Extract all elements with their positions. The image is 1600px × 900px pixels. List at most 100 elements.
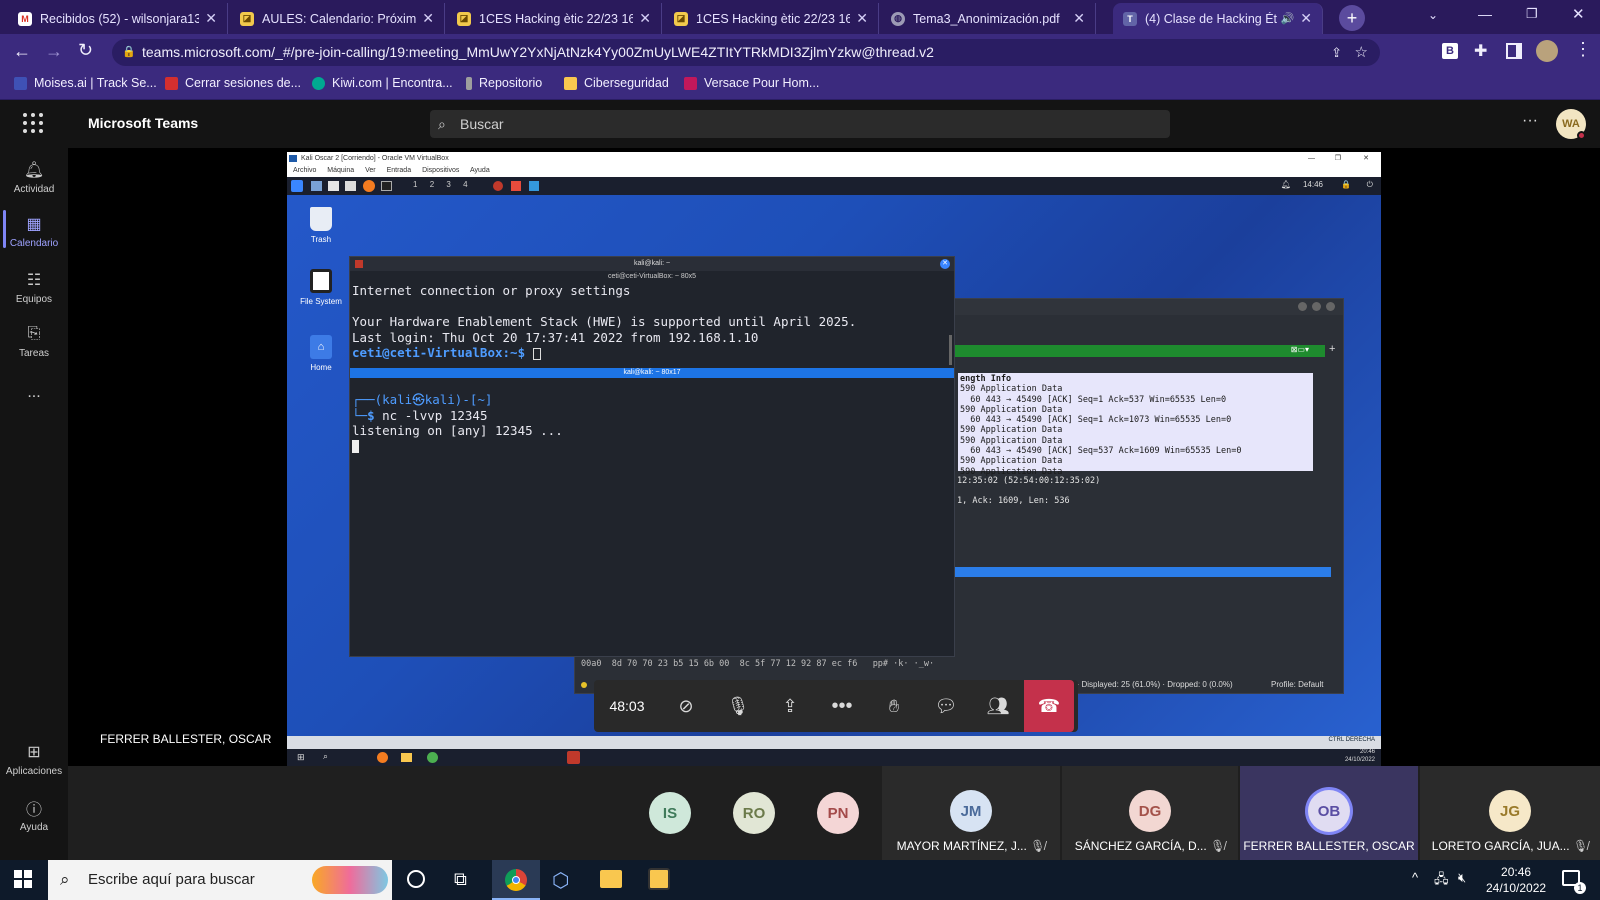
lock-screen-icon[interactable]: 🔒 xyxy=(1341,180,1351,189)
rail-item-actividad[interactable]: 🔔︎ Actividad xyxy=(0,160,68,195)
participant-tile-small[interactable]: IS xyxy=(640,766,700,860)
speaker-icon[interactable]: 🔊 xyxy=(1281,12,1295,25)
vm-menu-maquina[interactable]: Máquina xyxy=(327,167,354,174)
profile-avatar[interactable] xyxy=(1536,40,1558,62)
firefox-icon[interactable] xyxy=(377,752,388,763)
rail-item-equipos[interactable]: ☷ Equipos xyxy=(0,270,68,305)
vm-menu-entrada[interactable]: Entrada xyxy=(387,167,412,174)
minimize-icon[interactable]: — xyxy=(1478,6,1492,22)
bookmark-moises[interactable]: Moises.ai | Track Se... xyxy=(14,76,157,90)
workspace-switcher[interactable]: 1 2 3 4 xyxy=(413,180,468,189)
kali-app-icon[interactable] xyxy=(511,181,521,191)
close-window-icon[interactable]: ✕ xyxy=(1572,5,1585,23)
tab-aules-calendar[interactable]: ◪ AULES: Calendario: Próximos ✕ xyxy=(230,3,445,34)
vm-menu-ver[interactable]: Ver xyxy=(365,167,376,174)
close-icon[interactable] xyxy=(1326,302,1335,311)
extensions-puzzle-icon[interactable]: ✚ xyxy=(1474,41,1487,61)
windows-start-icon[interactable]: ⊞ xyxy=(297,752,305,763)
notifications-icon[interactable]: 🔔︎ xyxy=(1281,180,1291,189)
chat-button[interactable]: 💬︎ xyxy=(920,680,972,732)
address-bar[interactable]: 🔒 teams.microsoft.com/_#/pre-join-callin… xyxy=(112,39,1380,66)
tab-pdf[interactable]: ◍ Tema3_Anonimización.pdf ✕ xyxy=(881,3,1096,34)
maximize-icon[interactable] xyxy=(1312,302,1321,311)
close-icon[interactable]: ✕ xyxy=(940,259,950,269)
upper-terminal-pane[interactable]: Internet connection or proxy settings Yo… xyxy=(350,283,954,361)
packet-row[interactable]: 590 Application Data xyxy=(960,405,1311,415)
network-icon[interactable]: 🖧 xyxy=(1434,870,1449,892)
participant-tile[interactable]: JM MAYOR MARTÍNEZ, J... 🎙︎̸ xyxy=(882,766,1060,860)
more-options-icon[interactable]: ··· xyxy=(1522,112,1538,130)
terminal-window[interactable]: kali@kali: ~ ✕ ceti@ceti-VirtualBox: ~ 8… xyxy=(349,256,955,657)
participants-button[interactable]: 👥︎ xyxy=(972,680,1024,732)
kali-app-icon[interactable] xyxy=(493,181,503,191)
trash-desktop-icon[interactable]: Trash xyxy=(295,207,347,244)
windows-search-box[interactable]: ⌕ Escribe aquí para buscar xyxy=(48,860,392,900)
browser-menu-icon[interactable]: ⋮ xyxy=(1574,39,1592,60)
bookmark-cerrar-sesiones[interactable]: Cerrar sesiones de... xyxy=(165,76,301,90)
profile-label[interactable]: Profile: Default xyxy=(1271,677,1323,693)
close-tab-icon[interactable]: ✕ xyxy=(639,10,651,27)
files-icon[interactable] xyxy=(328,181,339,191)
tab-gmail[interactable]: M Recibidos (52) - wilsonjara13 ✕ xyxy=(8,3,228,34)
tab-teams[interactable]: T (4) Clase de Hacking Étic 🔊 ✕ xyxy=(1113,3,1323,34)
power-icon[interactable]: ⏻ xyxy=(1367,180,1373,190)
desktop-icon[interactable] xyxy=(311,181,322,191)
tab-search-icon[interactable]: ⌄ xyxy=(1428,8,1438,22)
participant-tile-small[interactable]: PN xyxy=(808,766,868,860)
virtualbox-taskbar-icon[interactable]: ⬡ xyxy=(552,868,569,893)
bookmark-versace[interactable]: Versace Pour Hom... xyxy=(684,76,819,90)
volume-muted-icon[interactable]: 🔇︎ xyxy=(1458,870,1466,886)
more-actions-button[interactable]: ••• xyxy=(816,680,868,732)
display-filter-bar[interactable]: ⊠▭▾ xyxy=(955,345,1325,357)
workspace-3[interactable]: 3 xyxy=(446,180,450,189)
hang-up-button[interactable]: ☎ xyxy=(1024,680,1074,732)
forward-icon[interactable]: → xyxy=(45,41,63,62)
vm-menu-dispositivos[interactable]: Dispositivos xyxy=(422,167,459,174)
workspace-1[interactable]: 1 xyxy=(413,180,417,189)
close-tab-icon[interactable]: ✕ xyxy=(422,10,434,27)
raise-hand-button[interactable]: ✋︎ xyxy=(868,680,920,732)
folder-icon[interactable] xyxy=(401,753,412,762)
app-launcher-icon[interactable] xyxy=(23,113,43,133)
chrome-taskbar-button[interactable] xyxy=(492,860,540,900)
show-hidden-icons[interactable]: ^ xyxy=(1412,870,1418,885)
extension-b-icon[interactable]: B xyxy=(1442,43,1458,59)
windows-start-icon[interactable] xyxy=(14,870,32,888)
camera-off-button[interactable]: ⊘ xyxy=(660,680,712,732)
packet-row[interactable]: 590 Application Data xyxy=(960,425,1311,435)
scrollbar[interactable] xyxy=(949,335,952,365)
lower-terminal-pane[interactable]: ┌──(kali㉿kali)-[~] └─$ nc -lvvp 12345 li… xyxy=(352,392,563,453)
share-icon[interactable]: ⇪ xyxy=(1331,39,1342,66)
filesystem-desktop-icon[interactable]: File System xyxy=(295,269,347,306)
terminal-icon[interactable] xyxy=(381,181,392,191)
vm-minimize-icon[interactable]: — xyxy=(1308,152,1315,165)
back-icon[interactable]: ← xyxy=(13,41,31,62)
close-tab-icon[interactable]: ✕ xyxy=(1073,10,1085,27)
file-explorer-icon[interactable] xyxy=(600,870,622,888)
participant-tile[interactable]: DG SÁNCHEZ GARCÍA, D... 🎙︎̸ xyxy=(1062,766,1238,860)
participant-tile[interactable]: JG LORETO GARCÍA, JUA... 🎙︎̸ xyxy=(1420,766,1600,860)
close-tab-icon[interactable]: ✕ xyxy=(856,10,868,27)
side-panel-icon[interactable] xyxy=(1506,43,1522,59)
rail-item-tareas[interactable]: ⎘ Tareas xyxy=(0,324,68,359)
packet-detail-line[interactable]: 1, Ack: 1609, Len: 536 xyxy=(957,496,1070,506)
editor-icon[interactable] xyxy=(345,181,356,191)
bookmark-ciberseguridad[interactable]: Ciberseguridad xyxy=(564,76,669,90)
bookmark-kiwi[interactable]: Kiwi.com | Encontra... xyxy=(312,76,453,90)
search-icon[interactable]: ⌕ xyxy=(323,751,328,762)
teams-recording-icon[interactable] xyxy=(567,751,580,764)
vm-close-icon[interactable]: ✕ xyxy=(1363,152,1369,165)
chrome-icon[interactable] xyxy=(427,752,438,763)
app-taskbar-icon[interactable] xyxy=(648,868,670,890)
mic-off-button[interactable]: 🎙︎ xyxy=(712,680,764,732)
packet-row[interactable]: 590 Application Data xyxy=(960,384,1311,394)
close-tab-icon[interactable]: ✕ xyxy=(205,10,217,27)
participant-tile-active[interactable]: OB FERRER BALLESTER, OSCAR xyxy=(1240,766,1418,860)
share-screen-button[interactable]: ⇪ xyxy=(764,680,816,732)
tab-aules-hacking-1[interactable]: ◪ 1CES Hacking ètic 22/23 166 ✕ xyxy=(447,3,662,34)
selected-detail-row[interactable] xyxy=(955,567,1331,577)
kali-menu-icon[interactable] xyxy=(291,180,303,192)
rail-item-ayuda[interactable]: ⓘ Ayuda xyxy=(0,798,68,833)
add-filter-icon[interactable]: + xyxy=(1329,343,1335,355)
home-desktop-icon[interactable]: ⌂ Home xyxy=(295,335,347,372)
